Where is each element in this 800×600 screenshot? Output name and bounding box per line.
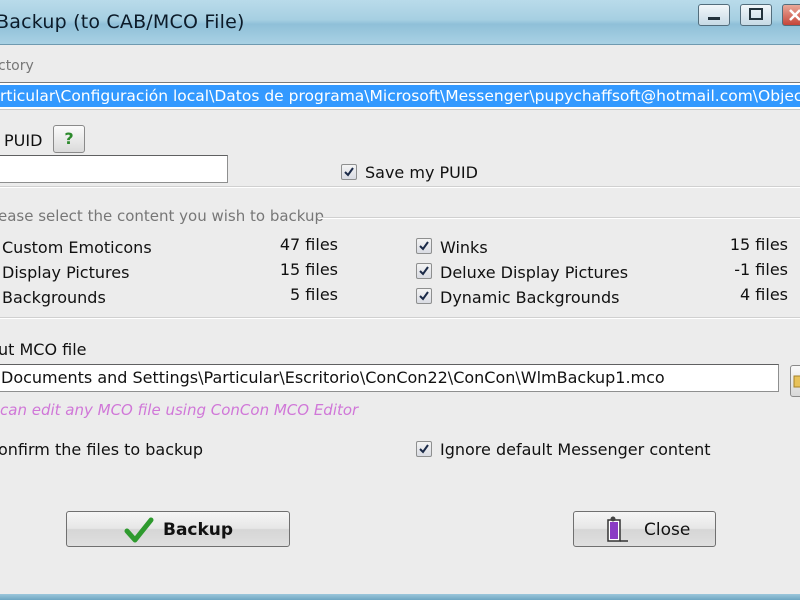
output-path-input[interactable]: Documents and Settings\Particular\Escrit…: [0, 364, 779, 392]
backup-button-label: Backup: [163, 520, 234, 540]
heading-line: [318, 217, 800, 219]
window-title: Backup (to CAB/MCO File): [0, 11, 245, 33]
window-bottom-border: [0, 594, 800, 600]
puid-help-button[interactable]: ?: [53, 125, 85, 153]
save-puid-label: Save my PUID: [365, 163, 478, 182]
content-count-winks: 15 files: [729, 235, 788, 254]
content-label-dynamic-backgrounds: Dynamic Backgrounds: [440, 288, 620, 307]
content-count-display-pictures: 15 files: [279, 260, 338, 279]
ignore-default-content-checkbox[interactable]: [416, 441, 432, 457]
check-icon: [419, 266, 429, 276]
save-puid-checkbox[interactable]: [341, 164, 357, 180]
check-icon: [419, 291, 429, 301]
content-label-winks: Winks: [440, 238, 488, 257]
close-icon: [789, 9, 800, 21]
directory-path-selected: rticular\Configuración local\Datos de pr…: [0, 85, 800, 107]
directory-label: ctory: [0, 58, 34, 74]
content-label-custom-emoticons: Custom Emoticons: [2, 238, 152, 257]
ignore-default-content-label: Ignore default Messenger content: [440, 440, 711, 459]
maximize-icon: [749, 8, 763, 20]
maximize-button[interactable]: [740, 4, 772, 26]
minimize-button[interactable]: [698, 4, 730, 26]
close-button[interactable]: Close: [573, 511, 716, 547]
content-count-dynamic-backgrounds: 4 files: [740, 285, 788, 304]
content-label-deluxe-display-pictures: Deluxe Display Pictures: [440, 263, 629, 282]
content-label-display-pictures: Display Pictures: [2, 263, 130, 282]
minimize-icon: [708, 17, 720, 20]
close-button-label: Close: [644, 520, 691, 540]
backup-button[interactable]: Backup: [66, 511, 290, 547]
confirm-files-label[interactable]: onfirm the files to backup: [0, 440, 203, 459]
content-heading: ease select the content you wish to back…: [0, 207, 325, 225]
directory-field[interactable]: rticular\Configuración local\Datos de pr…: [0, 82, 800, 110]
dialog-body: ctory rticular\Configuración local\Datos…: [0, 45, 800, 600]
separator: [0, 317, 800, 319]
close-window-button[interactable]: [782, 4, 800, 26]
puid-input[interactable]: [0, 155, 228, 183]
browse-button[interactable]: [790, 365, 800, 397]
content-label-backgrounds: Backgrounds: [2, 288, 106, 307]
content-count-backgrounds: 5 files: [290, 285, 338, 304]
content-count-deluxe-display-pictures: -1 files: [734, 260, 788, 279]
check-icon: [419, 444, 429, 454]
dynamic-backgrounds-checkbox[interactable]: [416, 288, 432, 304]
puid-label: PUID: [4, 131, 43, 150]
exit-door-icon: [607, 516, 628, 542]
folder-icon: [793, 375, 800, 388]
check-icon: [419, 241, 429, 251]
winks-checkbox[interactable]: [416, 238, 432, 254]
content-count-custom-emoticons: 47 files: [279, 235, 338, 254]
separator: [0, 186, 800, 188]
mco-editor-hint: can edit any MCO file using ConCon MCO E…: [0, 401, 359, 419]
output-label: ut MCO file: [0, 340, 87, 359]
check-icon: [344, 167, 354, 177]
deluxe-display-pictures-checkbox[interactable]: [416, 263, 432, 279]
title-bar: Backup (to CAB/MCO File): [0, 0, 800, 45]
checkmark-icon: [124, 517, 154, 543]
